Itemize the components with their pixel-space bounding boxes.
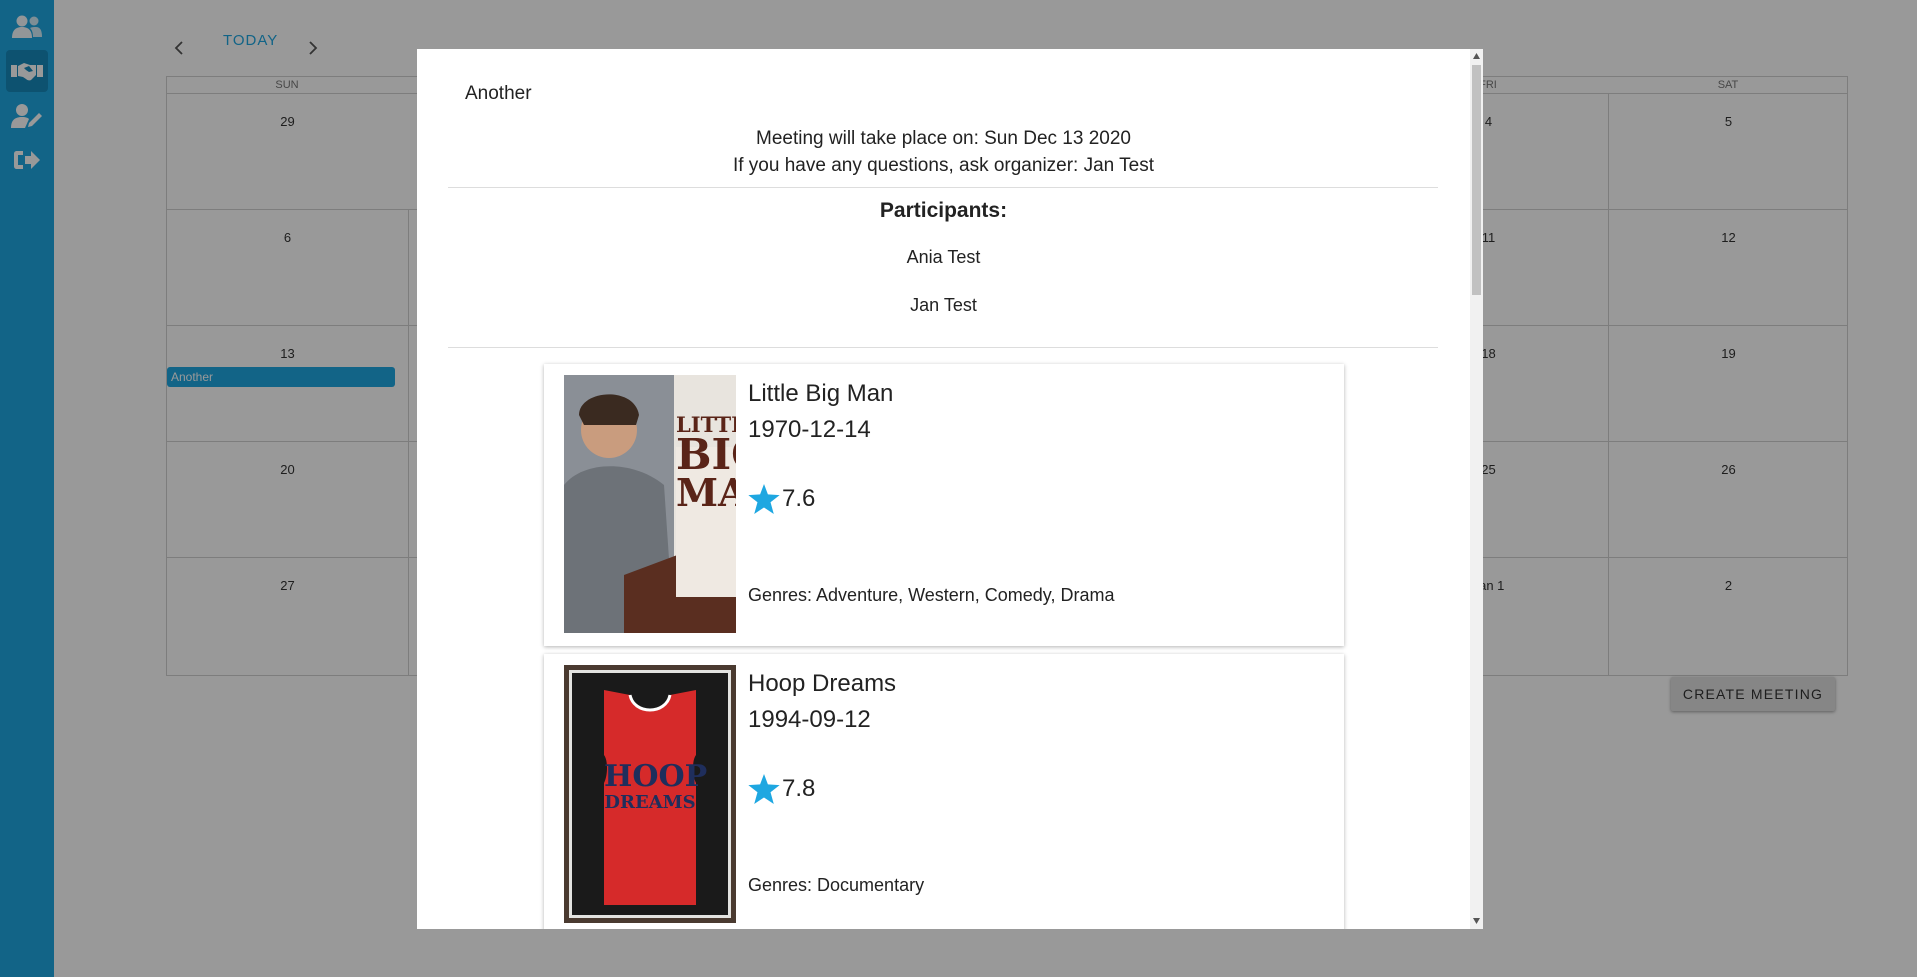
scroll-up-arrow-icon[interactable] bbox=[1473, 53, 1480, 59]
poster-text-line: HOOP bbox=[604, 759, 708, 794]
movie-rating-value: 7.8 bbox=[782, 775, 816, 802]
poster-title-art: HOOP DREAMS bbox=[604, 759, 708, 813]
movie-title: Little Big Man bbox=[748, 380, 894, 407]
divider bbox=[448, 187, 1438, 188]
divider bbox=[448, 347, 1438, 348]
poster-text-line: DREAMS bbox=[604, 792, 696, 813]
poster-text-line: BIG bbox=[676, 429, 736, 479]
meeting-details-dialog: Another Meeting will take place on: Sun … bbox=[417, 49, 1483, 929]
participant-name: Jan Test bbox=[910, 295, 977, 315]
scroll-down-arrow-icon[interactable] bbox=[1473, 918, 1480, 924]
movie-genres: Genres: Documentary bbox=[748, 875, 925, 895]
poster-title-art: LITTLE BIG MAN bbox=[676, 414, 736, 515]
dialog-title: Another bbox=[465, 83, 532, 104]
dialog-scrollbar[interactable] bbox=[1470, 49, 1483, 929]
meeting-date-text: Meeting will take place on: Sun Dec 13 2… bbox=[756, 128, 1131, 149]
movie-card[interactable]: HOOP DREAMS Hoop Dreams 1994-09-12 7.8 G… bbox=[544, 654, 1344, 929]
participants-heading: Participants: bbox=[879, 199, 1008, 222]
movie-poster: HOOP DREAMS bbox=[564, 665, 736, 923]
movie-rating-value: 7.6 bbox=[782, 485, 816, 512]
scrollbar-thumb[interactable] bbox=[1472, 65, 1481, 295]
star-icon bbox=[748, 774, 780, 804]
movie-rating: 7.6 bbox=[748, 484, 815, 514]
movie-title: Hoop Dreams bbox=[748, 670, 897, 697]
movie-card[interactable]: LITTLE BIG MAN Little Big Man 1970-12-14… bbox=[544, 364, 1344, 646]
movie-rating: 7.8 bbox=[748, 774, 815, 804]
movie-poster: LITTLE BIG MAN bbox=[564, 375, 736, 633]
movie-genres: Genres: Adventure, Western, Comedy, Dram… bbox=[748, 585, 1115, 605]
organizer-text: If you have any questions, ask organizer… bbox=[732, 155, 1155, 176]
star-icon bbox=[748, 484, 780, 514]
poster-text-line: MAN bbox=[676, 469, 736, 515]
participant-name: Ania Test bbox=[906, 247, 981, 267]
movie-release-date: 1994-09-12 bbox=[748, 706, 871, 733]
movie-release-date: 1970-12-14 bbox=[748, 416, 871, 443]
